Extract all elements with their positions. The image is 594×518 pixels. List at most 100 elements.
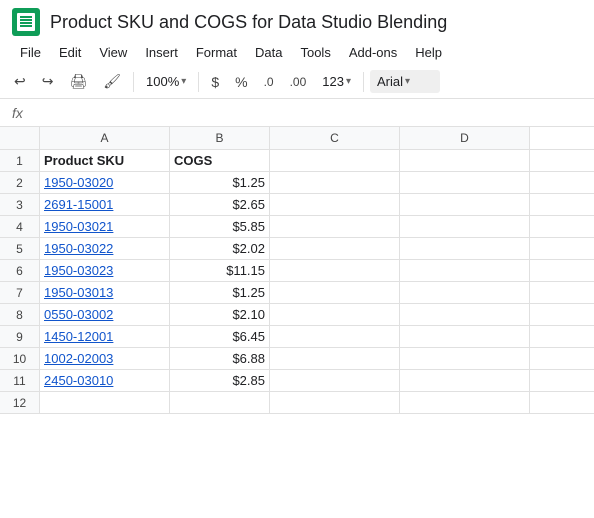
table-row: 41950-03021$5.85 <box>0 216 594 238</box>
number-format-label: 123 <box>322 74 344 89</box>
menu-item-format[interactable]: Format <box>188 42 245 63</box>
cell-b-12[interactable] <box>170 392 270 413</box>
percent-button[interactable]: % <box>229 70 253 94</box>
cell-d-6[interactable] <box>400 260 530 281</box>
number-format-selector[interactable]: 123 ▾ <box>316 71 357 92</box>
table-row: 80550-03002$2.10 <box>0 304 594 326</box>
col-header-b: B <box>170 127 270 149</box>
cell-c-4[interactable] <box>270 216 400 237</box>
cell-c-12[interactable] <box>270 392 400 413</box>
zoom-selector[interactable]: 100% ▾ <box>140 71 192 92</box>
toolbar-separator-2 <box>198 72 199 92</box>
table-row: 61950-03023$11.15 <box>0 260 594 282</box>
undo-button[interactable]: ↩ <box>8 69 32 94</box>
cell-b-5[interactable]: $2.02 <box>170 238 270 259</box>
cell-c-6[interactable] <box>270 260 400 281</box>
menu-item-view[interactable]: View <box>91 42 135 63</box>
col-header-d: D <box>400 127 530 149</box>
cell-d-4[interactable] <box>400 216 530 237</box>
cell-d-5[interactable] <box>400 238 530 259</box>
cell-c-7[interactable] <box>270 282 400 303</box>
cell-a-6[interactable]: 1950-03023 <box>40 260 170 281</box>
decimal-more-button[interactable]: .00 <box>284 71 313 93</box>
menu-item-insert[interactable]: Insert <box>137 42 186 63</box>
table-row: 71950-03013$1.25 <box>0 282 594 304</box>
cell-c-3[interactable] <box>270 194 400 215</box>
table-row: 1Product SKUCOGS <box>0 150 594 172</box>
cell-c-10[interactable] <box>270 348 400 369</box>
cell-a-3[interactable]: 2691-15001 <box>40 194 170 215</box>
cell-d-11[interactable] <box>400 370 530 391</box>
currency-button[interactable]: $ <box>205 70 225 94</box>
menu-item-tools[interactable]: Tools <box>292 42 338 63</box>
toolbar-separator-1 <box>133 72 134 92</box>
cell-c-9[interactable] <box>270 326 400 347</box>
menu-item-edit[interactable]: Edit <box>51 42 89 63</box>
row-number: 1 <box>0 150 40 171</box>
row-number: 10 <box>0 348 40 369</box>
document-title: Product SKU and COGS for Data Studio Ble… <box>50 12 447 33</box>
cell-b-4[interactable]: $5.85 <box>170 216 270 237</box>
formula-bar: fx <box>0 99 594 127</box>
cell-d-10[interactable] <box>400 348 530 369</box>
menu-item-help[interactable]: Help <box>407 42 450 63</box>
redo-button[interactable]: ↪ <box>36 69 60 94</box>
cell-a-4[interactable]: 1950-03021 <box>40 216 170 237</box>
cell-a-2[interactable]: 1950-03020 <box>40 172 170 193</box>
number-format-chevron: ▾ <box>346 76 351 87</box>
cell-a-9[interactable]: 1450-12001 <box>40 326 170 347</box>
cell-a-11[interactable]: 2450-03010 <box>40 370 170 391</box>
cell-c-8[interactable] <box>270 304 400 325</box>
zoom-value: 100% <box>146 74 179 89</box>
col-header-a: A <box>40 127 170 149</box>
cell-b-7[interactable]: $1.25 <box>170 282 270 303</box>
cell-a-5[interactable]: 1950-03022 <box>40 238 170 259</box>
cell-a-8[interactable]: 0550-03002 <box>40 304 170 325</box>
menu-item-add-ons[interactable]: Add-ons <box>341 42 405 63</box>
cell-b-2[interactable]: $1.25 <box>170 172 270 193</box>
menu-item-file[interactable]: File <box>12 42 49 63</box>
formula-icon: fx <box>8 105 27 121</box>
cell-d-2[interactable] <box>400 172 530 193</box>
cell-b-1[interactable]: COGS <box>170 150 270 171</box>
print-button[interactable]: 🖨 <box>63 69 93 94</box>
cell-b-10[interactable]: $6.88 <box>170 348 270 369</box>
paint-format-button[interactable]: 🖌 <box>97 69 127 94</box>
row-number: 3 <box>0 194 40 215</box>
row-number: 8 <box>0 304 40 325</box>
row-number: 9 <box>0 326 40 347</box>
menu-item-data[interactable]: Data <box>247 42 290 63</box>
cell-a-7[interactable]: 1950-03013 <box>40 282 170 303</box>
row-number: 5 <box>0 238 40 259</box>
row-number: 11 <box>0 370 40 391</box>
cell-a-12[interactable] <box>40 392 170 413</box>
cell-b-11[interactable]: $2.85 <box>170 370 270 391</box>
cell-d-1[interactable] <box>400 150 530 171</box>
cell-d-9[interactable] <box>400 326 530 347</box>
toolbar: ↩ ↪ 🖨 🖌 100% ▾ $ % .0 .00 123 ▾ Arial ▾ <box>0 65 594 99</box>
cell-c-1[interactable] <box>270 150 400 171</box>
row-num-header <box>0 127 40 149</box>
cell-c-5[interactable] <box>270 238 400 259</box>
cell-a-10[interactable]: 1002-02003 <box>40 348 170 369</box>
cell-c-2[interactable] <box>270 172 400 193</box>
decimal-less-button[interactable]: .0 <box>258 71 280 93</box>
spreadsheet: ABCD 1Product SKUCOGS21950-03020$1.25326… <box>0 127 594 414</box>
table-row: 51950-03022$2.02 <box>0 238 594 260</box>
cell-d-8[interactable] <box>400 304 530 325</box>
cell-c-11[interactable] <box>270 370 400 391</box>
font-selector[interactable]: Arial ▾ <box>370 70 440 93</box>
column-headers: ABCD <box>0 127 594 150</box>
cell-a-1[interactable]: Product SKU <box>40 150 170 171</box>
cell-b-3[interactable]: $2.65 <box>170 194 270 215</box>
cell-d-7[interactable] <box>400 282 530 303</box>
toolbar-separator-3 <box>363 72 364 92</box>
table-row: 32691-15001$2.65 <box>0 194 594 216</box>
formula-input[interactable] <box>35 105 586 120</box>
table-row: 12 <box>0 392 594 414</box>
cell-b-6[interactable]: $11.15 <box>170 260 270 281</box>
cell-b-9[interactable]: $6.45 <box>170 326 270 347</box>
cell-d-12[interactable] <box>400 392 530 413</box>
cell-d-3[interactable] <box>400 194 530 215</box>
cell-b-8[interactable]: $2.10 <box>170 304 270 325</box>
